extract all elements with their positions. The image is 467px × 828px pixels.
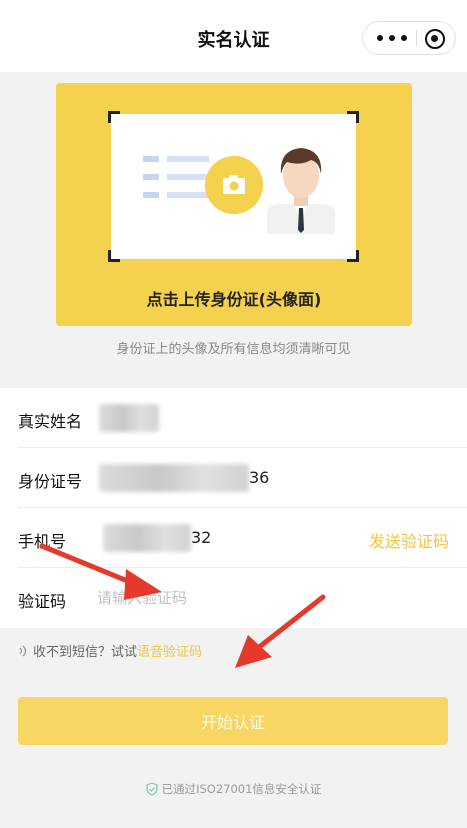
nav-bar: 实名认证 bbox=[0, 0, 467, 72]
verification-form: 真实姓名 身份证号 36 手机号 32 发送验证码 验证码 bbox=[0, 388, 467, 628]
name-label: 真实姓名 bbox=[18, 412, 83, 431]
id-card-frame bbox=[108, 111, 359, 262]
id-number-row[interactable]: 身份证号 36 bbox=[0, 448, 467, 508]
security-footer-text: 已通过ISO27001信息安全认证 bbox=[161, 782, 322, 796]
capsule-target-icon[interactable] bbox=[425, 29, 445, 49]
upload-label: 点击上传身份证(头像面) bbox=[146, 290, 322, 309]
voice-hint-text: 收不到短信？试试 bbox=[33, 645, 138, 660]
camera-icon[interactable] bbox=[205, 156, 263, 214]
name-redacted bbox=[99, 404, 159, 432]
frame-corner-icon bbox=[347, 111, 359, 123]
sound-wave-icon bbox=[19, 645, 27, 656]
id-upload-card[interactable]: 点击上传身份证(头像面) bbox=[56, 83, 412, 326]
shield-check-icon bbox=[145, 782, 158, 796]
id-number-suffix: 36 bbox=[249, 468, 270, 487]
security-footer: 已通过ISO27001信息安全认证 bbox=[0, 781, 467, 797]
voice-code-link[interactable]: 语音验证码 bbox=[137, 641, 202, 660]
phone-suffix: 32 bbox=[191, 528, 212, 547]
frame-corner-icon bbox=[347, 250, 359, 262]
more-dots-icon[interactable] bbox=[377, 22, 407, 54]
mini-program-capsule bbox=[362, 21, 456, 55]
id-text-lines-icon bbox=[143, 156, 209, 210]
capsule-divider bbox=[416, 30, 417, 46]
start-verification-button[interactable]: 开始认证 bbox=[18, 697, 448, 745]
person-avatar-icon bbox=[267, 148, 335, 234]
code-label: 验证码 bbox=[18, 592, 67, 611]
phone-label: 手机号 bbox=[18, 532, 67, 551]
id-number-label: 身份证号 bbox=[18, 472, 83, 491]
send-code-button[interactable]: 发送验证码 bbox=[369, 528, 449, 552]
code-input[interactable] bbox=[97, 584, 337, 612]
upload-hint: 身份证上的头像及所有信息均须清晰可见 bbox=[116, 342, 351, 357]
frame-corner-icon bbox=[108, 250, 120, 262]
frame-corner-icon bbox=[108, 111, 120, 123]
code-row: 验证码 bbox=[0, 568, 467, 628]
phone-redacted bbox=[103, 524, 191, 552]
id-number-redacted bbox=[99, 464, 249, 492]
name-row[interactable]: 真实姓名 bbox=[0, 388, 467, 448]
voice-code-hint: 收不到短信？试试 语音验证码 bbox=[18, 641, 202, 660]
phone-row[interactable]: 手机号 32 发送验证码 bbox=[0, 508, 467, 568]
